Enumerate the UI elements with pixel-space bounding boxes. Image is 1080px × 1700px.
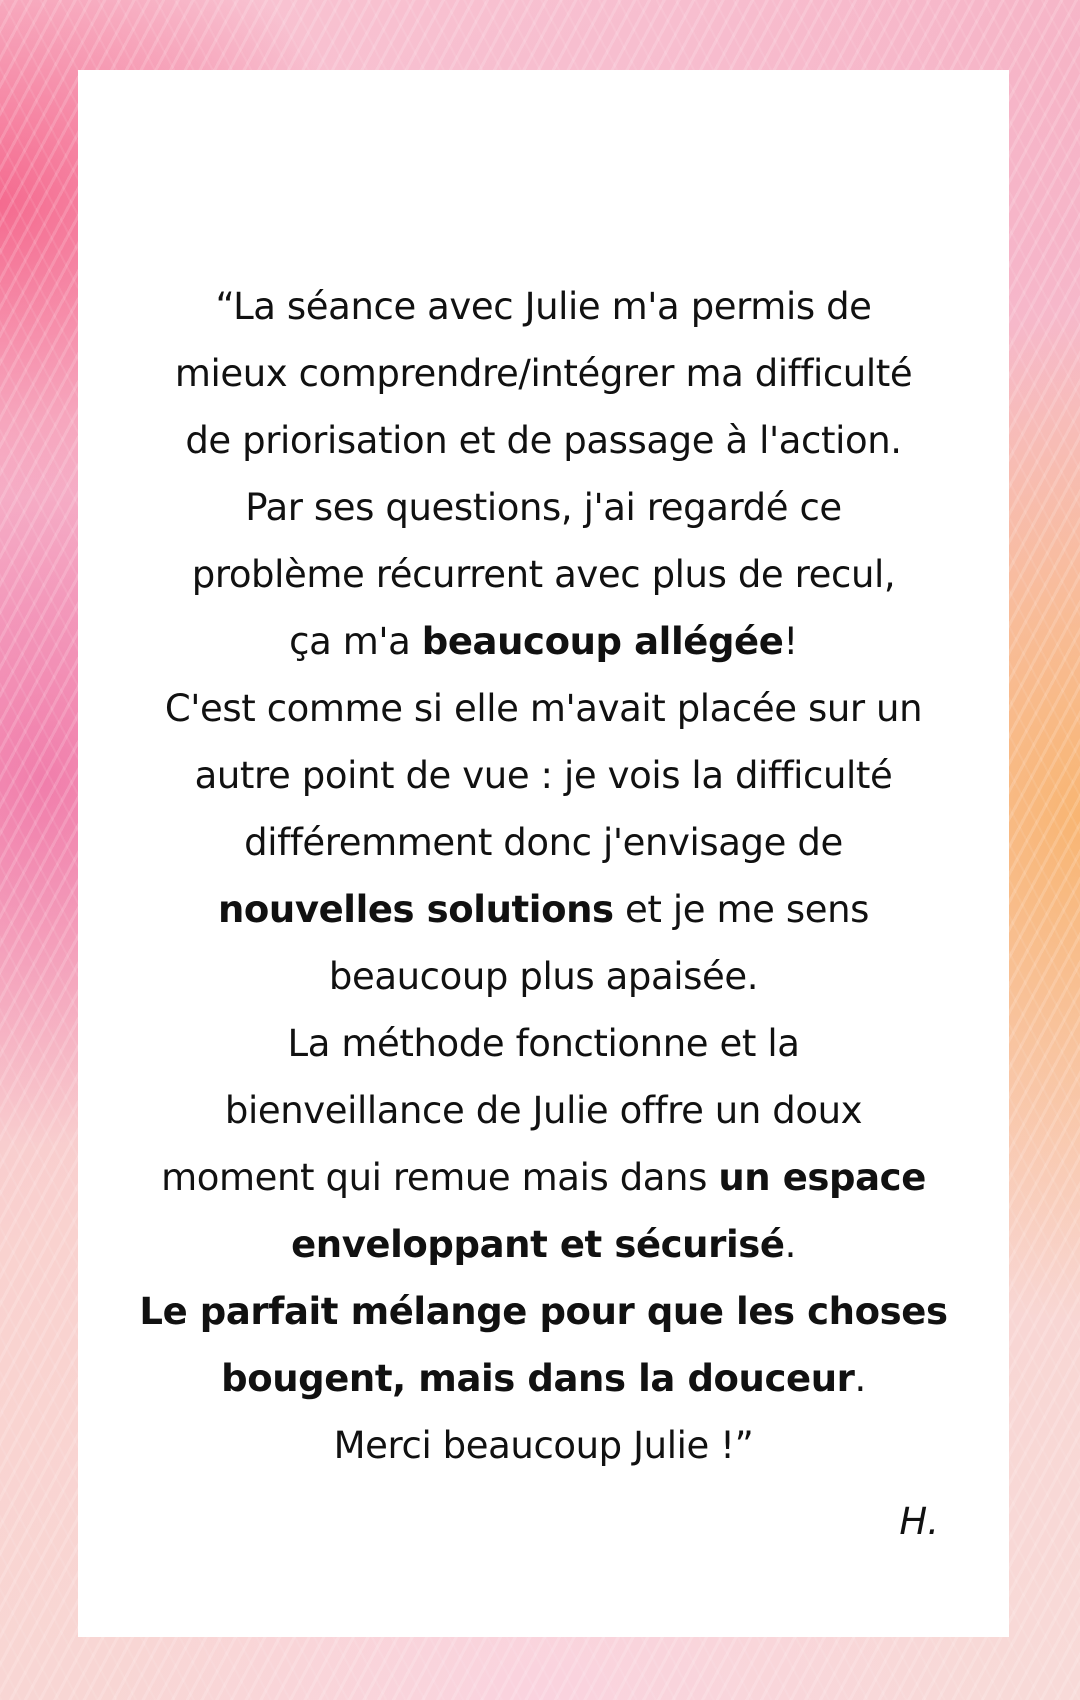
quote-text: C'est comme si elle m'avait placée sur u… [164,687,923,730]
quote-text: Par ses questions, j'ai regardé ce [245,486,842,529]
quote-emphasis: enveloppant et sécurisé [291,1223,785,1266]
testimonial-card: “La séance avec Julie m'a permis de mieux… [78,70,1009,1637]
quote-line: de priorisation et de passage à l'action… [78,407,1009,474]
quote-text: La méthode fonctionne et la [287,1022,800,1065]
quote-line: Le parfait mélange pour que les choses [78,1278,1009,1345]
quote-text: différemment donc j'envisage de [244,821,843,864]
quote-line: Par ses questions, j'ai regardé ce [78,474,1009,541]
testimonial-quote: “La séance avec Julie m'a permis de mieux… [78,273,1009,1479]
testimonial-signature: H. [899,1500,939,1543]
quote-text: . [854,1357,867,1400]
quote-text: . [784,1223,797,1266]
quote-emphasis: beaucoup allégée [421,620,784,663]
quote-text: Merci beaucoup Julie !” [333,1424,754,1467]
quote-line: bienveillance de Julie offre un doux [78,1077,1009,1144]
quote-emphasis: un espace [718,1156,926,1199]
quote-line: mieux comprendre/intégrer ma difficulté [78,340,1009,407]
quote-line: beaucoup plus apaisée. [78,943,1009,1010]
quote-text: autre point de vue : je vois la difficul… [194,754,893,797]
quote-line: Merci beaucoup Julie !” [78,1412,1009,1479]
quote-emphasis: Le parfait mélange pour que les choses [139,1290,948,1333]
quote-line: nouvelles solutions et je me sens [78,876,1009,943]
quote-text: moment qui remue mais dans [161,1156,719,1199]
quote-text: mieux comprendre/intégrer ma difficulté [174,352,913,395]
quote-line: problème récurrent avec plus de recul, [78,541,1009,608]
quote-text: bienveillance de Julie offre un doux [224,1089,863,1132]
quote-line: moment qui remue mais dans un espace [78,1144,1009,1211]
quote-emphasis: bougent, mais dans la douceur [221,1357,855,1400]
quote-line: autre point de vue : je vois la difficul… [78,742,1009,809]
quote-line: enveloppant et sécurisé. [78,1211,1009,1278]
quote-line: ça m'a beaucoup allégée! [78,608,1009,675]
quote-line: La méthode fonctionne et la [78,1010,1009,1077]
quote-line: C'est comme si elle m'avait placée sur u… [78,675,1009,742]
quote-text: beaucoup plus apaisée. [328,955,759,998]
quote-text: et je me sens [613,888,870,931]
quote-emphasis: nouvelles solutions [217,888,614,931]
quote-text: “La séance avec Julie m'a permis de [215,285,872,328]
quote-text: ! [783,620,798,663]
quote-line: “La séance avec Julie m'a permis de [78,273,1009,340]
quote-line: bougent, mais dans la douceur. [78,1345,1009,1412]
quote-text: problème récurrent avec plus de recul, [191,553,896,596]
quote-text: ça m'a [289,620,422,663]
quote-text: de priorisation et de passage à l'action… [185,419,902,462]
quote-line: différemment donc j'envisage de [78,809,1009,876]
